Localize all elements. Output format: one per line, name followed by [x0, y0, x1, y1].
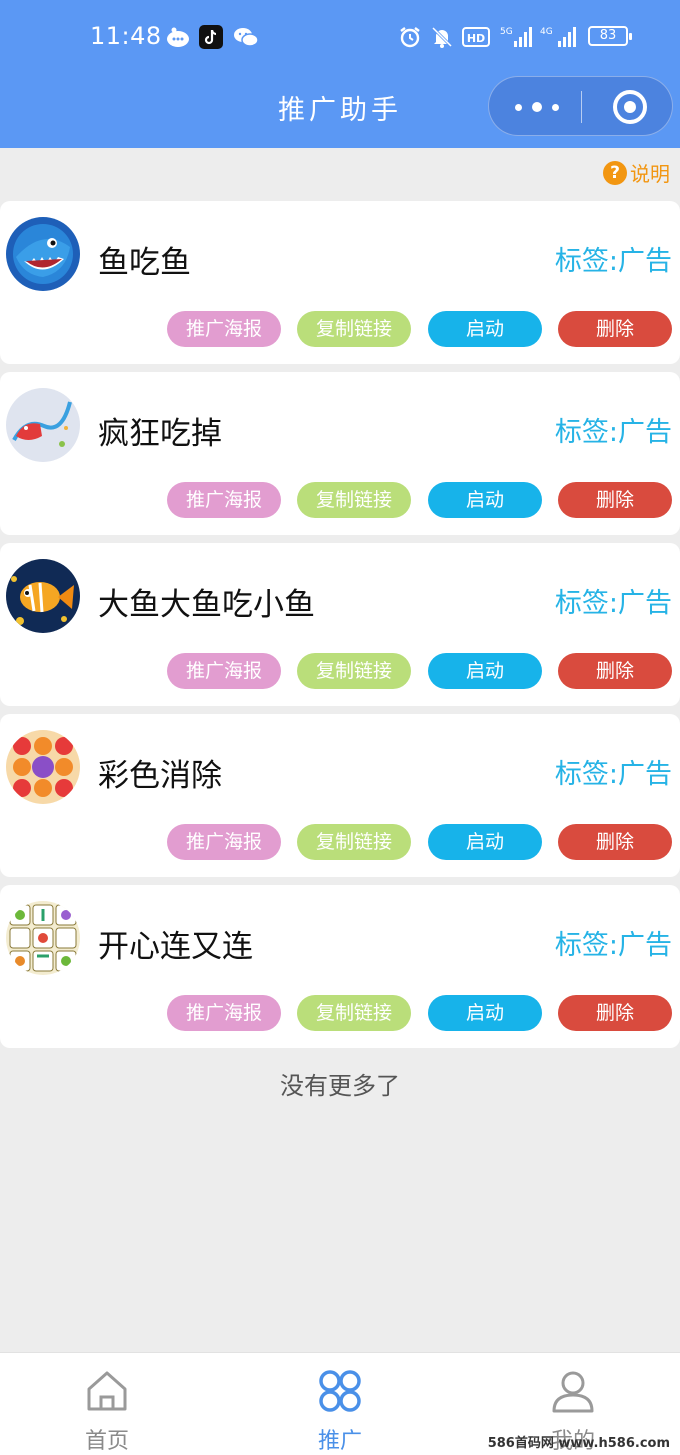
mute-icon [430, 24, 454, 50]
battery-indicator: 83 [588, 26, 632, 46]
game-card: 疯狂吃掉 标签:广告 推广海报 复制链接 启动 删除 [0, 372, 680, 535]
copy-link-button[interactable]: 复制链接 [297, 482, 411, 518]
start-button[interactable]: 启动 [428, 482, 542, 518]
link-tiles-icon [6, 901, 80, 975]
game-name: 开心连又连 [98, 929, 253, 965]
start-button[interactable]: 启动 [428, 824, 542, 860]
copy-link-button[interactable]: 复制链接 [297, 824, 411, 860]
help-label: 说明 [630, 162, 670, 186]
delete-button[interactable]: 删除 [558, 995, 672, 1031]
promo-poster-button[interactable]: 推广海报 [167, 482, 281, 518]
status-time: 11:48 [90, 22, 162, 50]
help-link[interactable]: ? 说明 [603, 158, 670, 187]
goldfish-icon [6, 559, 80, 633]
more-icon[interactable] [515, 102, 559, 112]
shark-fish-icon [6, 217, 80, 291]
hd-icon: HD [462, 24, 490, 50]
tab-home-label: 首页 [84, 1429, 129, 1454]
tiktok-icon [199, 24, 223, 50]
game-tag: 标签:广告 [554, 588, 672, 619]
grid-icon [319, 1370, 361, 1412]
user-icon [552, 1371, 594, 1413]
list-end-text: 没有更多了 [280, 1072, 400, 1100]
copy-link-button[interactable]: 复制链接 [297, 653, 411, 689]
game-name: 鱼吃鱼 [98, 245, 191, 281]
home-icon [87, 1371, 127, 1411]
delete-button[interactable]: 删除 [558, 482, 672, 518]
promo-poster-button[interactable]: 推广海报 [167, 311, 281, 347]
watermark: 586首码网 www.h586.com [487, 1436, 670, 1451]
snake-game-icon [6, 388, 80, 462]
question-icon: ? [603, 160, 627, 185]
promo-poster-button[interactable]: 推广海报 [167, 995, 281, 1031]
game-card: 开心连又连 标签:广告 推广海报 复制链接 启动 删除 [0, 885, 680, 1048]
game-tag: 标签:广告 [554, 246, 672, 277]
fruit-match-icon [6, 730, 80, 804]
tab-promote-label: 推广 [317, 1429, 362, 1454]
copy-link-button[interactable]: 复制链接 [297, 311, 411, 347]
promo-poster-button[interactable]: 推广海报 [167, 653, 281, 689]
promo-poster-button[interactable]: 推广海报 [167, 824, 281, 860]
capsule-divider [581, 91, 582, 123]
start-button[interactable]: 启动 [428, 653, 542, 689]
game-card: 大鱼大鱼吃小鱼 标签:广告 推广海报 复制链接 启动 删除 [0, 543, 680, 706]
wechat-icon [233, 24, 259, 50]
alarm-icon [398, 24, 422, 50]
game-name: 疯狂吃掉 [98, 416, 222, 452]
signal-5g-icon: 5G [500, 24, 532, 50]
delete-button[interactable]: 删除 [558, 824, 672, 860]
svg-text:HD: HD [467, 32, 485, 45]
svg-text:5G: 5G [500, 27, 513, 37]
game-name: 大鱼大鱼吃小鱼 [98, 587, 315, 623]
status-bar: 11:48 HD 5G 4G 83 [0, 18, 680, 58]
game-card: 彩色消除 标签:广告 推广海报 复制链接 启动 删除 [0, 714, 680, 877]
svg-text:4G: 4G [540, 27, 553, 37]
signal-4g-icon: 4G [540, 24, 580, 50]
start-button[interactable]: 启动 [428, 311, 542, 347]
mini-program-capsule [488, 76, 673, 136]
game-tag: 标签:广告 [554, 759, 672, 790]
game-tag: 标签:广告 [554, 417, 672, 448]
app-header: 11:48 HD 5G 4G 83 推广助手 [0, 0, 680, 148]
game-tag: 标签:广告 [554, 930, 672, 961]
game-name: 彩色消除 [98, 758, 222, 794]
close-mini-program-icon[interactable] [613, 90, 647, 124]
start-button[interactable]: 启动 [428, 995, 542, 1031]
delete-button[interactable]: 删除 [558, 653, 672, 689]
delete-button[interactable]: 删除 [558, 311, 672, 347]
copy-link-button[interactable]: 复制链接 [297, 995, 411, 1031]
bubble-icon [166, 24, 190, 50]
game-card: 鱼吃鱼 标签:广告 推广海报 复制链接 启动 删除 [0, 201, 680, 364]
